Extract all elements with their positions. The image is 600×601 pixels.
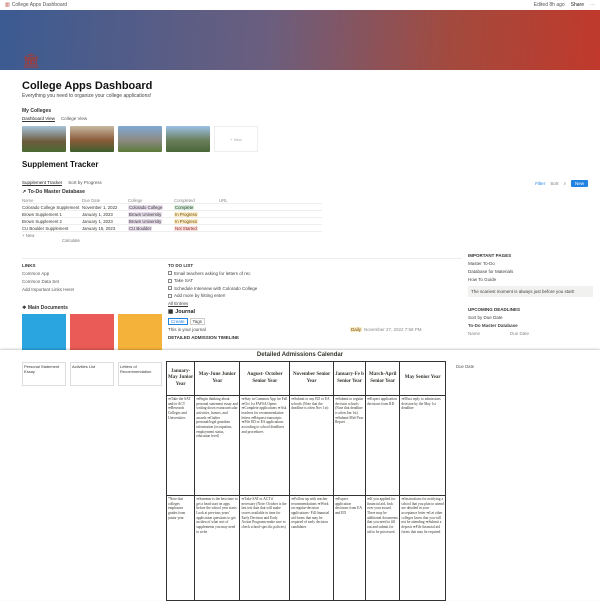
university-icon: ▥ [5, 2, 10, 8]
tracker-tabs: Supplement Tracker Sort by Progress [22, 180, 102, 186]
cover-image [0, 10, 600, 70]
my-colleges-heading: My Colleges [22, 108, 52, 114]
quote-callout: The scariest moment is always just befor… [468, 286, 593, 297]
tags-button[interactable]: Tags [189, 317, 206, 325]
college-image[interactable] [166, 126, 210, 152]
college-image[interactable] [118, 126, 162, 152]
page-subtitle: Everything you need to organize your col… [22, 93, 152, 99]
college-image[interactable] [22, 126, 66, 152]
supplement-tracker-heading: Supplement Tracker [22, 160, 99, 169]
todo-item[interactable]: Take SAT [168, 278, 458, 283]
todo-section: TO DO LIST Email teachers asking for let… [168, 263, 458, 342]
main-documents-heading: ❖ Main Documents [22, 305, 68, 311]
checkbox[interactable] [168, 293, 172, 298]
journal-heading: ▦ Journal [168, 309, 196, 315]
database-link[interactable]: To-Do Master Database [468, 323, 593, 328]
checkbox[interactable] [168, 271, 172, 275]
page-link[interactable]: Master To-Do [468, 261, 593, 266]
sort-by-due-date[interactable]: Sort by Due Date [468, 315, 593, 320]
tab-supplement-tracker[interactable]: Supplement Tracker [22, 180, 63, 186]
page-title: College Apps Dashboard [22, 80, 153, 92]
calendar-overlay: Detailed Admissions Calendar Personal St… [0, 350, 600, 601]
important-pages: IMPORTANT PAGES Master To-Do Database fo… [468, 253, 593, 339]
checkbox[interactable] [168, 278, 172, 283]
database-link[interactable]: ↗ To-Do Master Database [22, 189, 85, 195]
timeline-heading: DETAILED ADMISSION TIMELINE [168, 334, 240, 340]
sort-button[interactable]: Sort [550, 181, 558, 186]
tab-dashboard-view[interactable]: Dashboard View [22, 116, 55, 122]
college-gallery: + New [22, 126, 258, 152]
table-toolbar: Filter Sort ⌕ New [535, 180, 588, 187]
share-button[interactable]: Share [571, 2, 584, 8]
link-common-data-set[interactable]: Common Data Set [22, 279, 74, 284]
filter-button[interactable]: Filter [535, 181, 545, 186]
top-bar: ▥ College Apps Dashboard Edited 8h ago Sha… [0, 0, 600, 10]
new-button[interactable]: New [570, 180, 588, 187]
calculate-button[interactable]: Calculate [62, 238, 322, 243]
divider [22, 258, 462, 259]
links-section: LINKS Common App Common Data Set Add Imp… [22, 263, 75, 292]
search-icon[interactable]: ⌕ [563, 181, 566, 186]
breadcrumb[interactable]: ▥ College Apps Dashboard [5, 2, 67, 8]
link-add-links[interactable]: Add Important Links Here! [22, 287, 74, 292]
more-icon[interactable]: ⋯ [590, 2, 595, 8]
due-date-column: Due Date [456, 364, 475, 369]
supplement-table: Name Due Date College Completed URL Colorado… [22, 197, 322, 243]
tab-sort-by-progress[interactable]: Sort by Progress [68, 180, 102, 186]
todo-item[interactable]: Add more by hitting enter! [168, 293, 458, 298]
edited-label: Edited 8h ago [533, 2, 565, 8]
tab-college-view[interactable]: College View [61, 116, 87, 122]
tab-all-entries[interactable]: All Entries [168, 301, 189, 307]
page-link[interactable]: How To Guide [468, 277, 593, 282]
college-image[interactable] [70, 126, 114, 152]
admissions-calendar-table: January-May Junior Year May-June Junior Y… [165, 361, 446, 601]
journal-entry[interactable]: This is your journal Daily November 27, 20… [168, 327, 458, 332]
table-row[interactable]: Brown Supplement 1 January 1, 2023 Brown U… [22, 211, 322, 218]
create-button[interactable]: Create [168, 317, 188, 325]
todo-item[interactable]: Email teachers asking for letters of rec [168, 271, 458, 276]
link-common-app[interactable]: Common App [22, 271, 74, 276]
document-labels: Personal Statement Essay Activities List… [22, 362, 162, 386]
status-badge: Not Started [174, 225, 198, 231]
status-badge: Complete [174, 204, 195, 210]
table-header: Name Due Date College Completed URL [22, 197, 322, 204]
colleges-tabs: Dashboard View College View [22, 116, 87, 122]
university-icon: 🏛 [22, 52, 40, 68]
table-row[interactable]: CU Boulder Supplement January 15, 2023 CU … [22, 225, 322, 232]
table-row[interactable]: Colorado College Supplement November 1, 2… [22, 204, 322, 211]
status-badge: In Progress [174, 218, 198, 224]
calendar-title: Detailed Admissions Calendar [256, 352, 344, 358]
todo-item[interactable]: Schedule Interview with Colorado College [168, 286, 458, 291]
journal-toolbar: Create Tags [168, 317, 458, 325]
page-link[interactable]: Database for Materials [468, 269, 593, 274]
table-row[interactable]: Brown Supplement 2 January 1, 2023 Brown U… [22, 218, 322, 225]
status-badge: In Progress [174, 211, 198, 217]
checkbox[interactable] [168, 286, 172, 290]
new-college-button[interactable]: + New [214, 126, 258, 152]
calendar-icon: ▦ [168, 309, 174, 315]
